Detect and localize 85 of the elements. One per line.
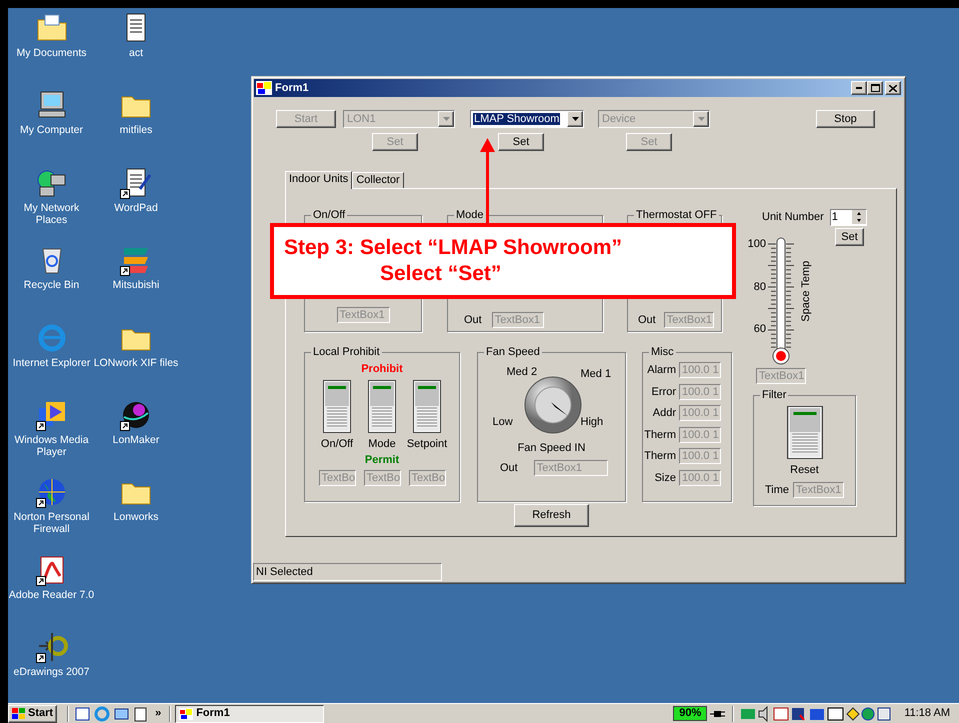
shortcut-label[interactable]: Windows Media Player (14, 434, 89, 458)
refresh-button[interactable]: Refresh (514, 504, 589, 527)
start-menu-button[interactable]: Start (8, 704, 58, 722)
scale-label: 60 (754, 323, 766, 335)
shortcut-label[interactable]: Mitsubishi (112, 279, 160, 292)
field-label: Error (650, 384, 677, 400)
maximize-icon (870, 84, 880, 92)
field-label: Time (764, 482, 790, 498)
caption: Fan Speed IN (518, 441, 586, 456)
shortcut-icon[interactable] (36, 631, 68, 664)
minimize-button[interactable] (851, 81, 867, 95)
group-title: Thermostat OFF (636, 209, 717, 221)
more-chevron[interactable]: » (155, 705, 162, 722)
shortcut-label[interactable]: My Computer (20, 124, 83, 136)
group-title: Local Prohibit (313, 346, 380, 358)
shortcut-icon[interactable] (36, 476, 68, 508)
scale-label: 100 (748, 238, 766, 250)
toggle-switch[interactable] (368, 380, 396, 432)
shortcut-label[interactable]: My Documents (16, 47, 87, 59)
shortcut-label[interactable]: Recycle Bin (24, 279, 80, 292)
field-label: Out (638, 312, 656, 328)
clock: 11:18 AM (904, 706, 950, 722)
group-title: Filter (762, 389, 786, 401)
speed-label: Low (492, 416, 513, 428)
toggle-switch[interactable] (786, 406, 822, 459)
app-icon (179, 708, 194, 720)
speed-knob[interactable] (524, 376, 582, 434)
tab[interactable]: Indoor Units (285, 171, 352, 189)
field-label: Size (654, 470, 677, 486)
window-title: Form1 (275, 80, 309, 96)
callout-text: Step 3: Select “LMAP Showroom” (284, 235, 623, 261)
shortcut-label[interactable]: mitfiles (120, 124, 152, 136)
windows-logo-icon (12, 708, 26, 720)
shortcut-label[interactable]: LONwork XIF files (94, 356, 178, 369)
speed-label: Med 1 (580, 368, 612, 380)
field-label: Unit Number (762, 210, 824, 226)
toggle-switch[interactable] (323, 380, 351, 432)
maximize-button[interactable] (867, 81, 883, 95)
switch-label: Mode (368, 436, 396, 452)
switch-label: On/Off (320, 436, 354, 452)
tab[interactable]: Collector (352, 172, 404, 188)
battery-indicator: 90% (673, 706, 708, 721)
dropdown[interactable]: LMAP Showroom (470, 110, 584, 128)
scale-label: 80 (754, 280, 766, 292)
taskbar-button[interactable]: Form1 (175, 704, 324, 722)
group-title: Misc (651, 346, 674, 358)
field-label: Out (500, 460, 518, 476)
minimize-icon (856, 87, 862, 89)
shortcut-label[interactable]: WordPad (114, 202, 158, 214)
field-label: Out (464, 312, 482, 328)
shortcut-label[interactable]: Internet Explorer (12, 356, 90, 369)
toggle-switch[interactable] (413, 380, 441, 432)
prohibit-label: Prohibit (361, 362, 403, 377)
shortcut-label[interactable]: LonMaker (112, 434, 160, 446)
shortcut-label[interactable]: eDrawings 2007 (14, 666, 90, 678)
group-title: Fan Speed (486, 346, 540, 358)
group-title: Mode (456, 209, 484, 221)
stop-button[interactable]: Stop (816, 110, 875, 128)
speed-label: High (580, 416, 604, 428)
switch-label: Setpoint (406, 436, 448, 452)
group-title: On/Off (313, 209, 346, 221)
shortcut-label[interactable]: Adobe Reader 7.0 (8, 588, 94, 601)
shortcut-label[interactable]: My Network Places (24, 202, 80, 226)
shortcut-icon[interactable] (120, 166, 152, 199)
permit-label: Permit (364, 453, 400, 468)
set-button[interactable]: Set (835, 228, 864, 246)
field-label: Therm (643, 428, 677, 442)
close-button[interactable] (885, 81, 901, 95)
axis-label: Space Temp (798, 260, 813, 322)
callout-text: Select “Set” (380, 261, 502, 287)
caret-icon[interactable] (567, 111, 583, 127)
shortcut-label[interactable]: act (128, 47, 143, 59)
app-icon (256, 81, 272, 95)
switch-label: Reset (790, 463, 819, 478)
spin-box[interactable]: 1 (830, 209, 867, 226)
shortcut-label[interactable]: Lonworks (114, 511, 158, 524)
tray-icons-drawing[interactable] (740, 706, 892, 722)
shortcut-label[interactable]: Norton Personal Firewall (14, 511, 90, 536)
set-button[interactable]: Set (498, 133, 544, 151)
speed-label: Med 2 (506, 366, 538, 378)
status-bar: NI Selected (253, 563, 442, 581)
field-label: Therm (643, 449, 677, 464)
field-label: Alarm (646, 363, 677, 378)
close-icon (889, 84, 897, 92)
field-label: Addr (652, 406, 677, 421)
